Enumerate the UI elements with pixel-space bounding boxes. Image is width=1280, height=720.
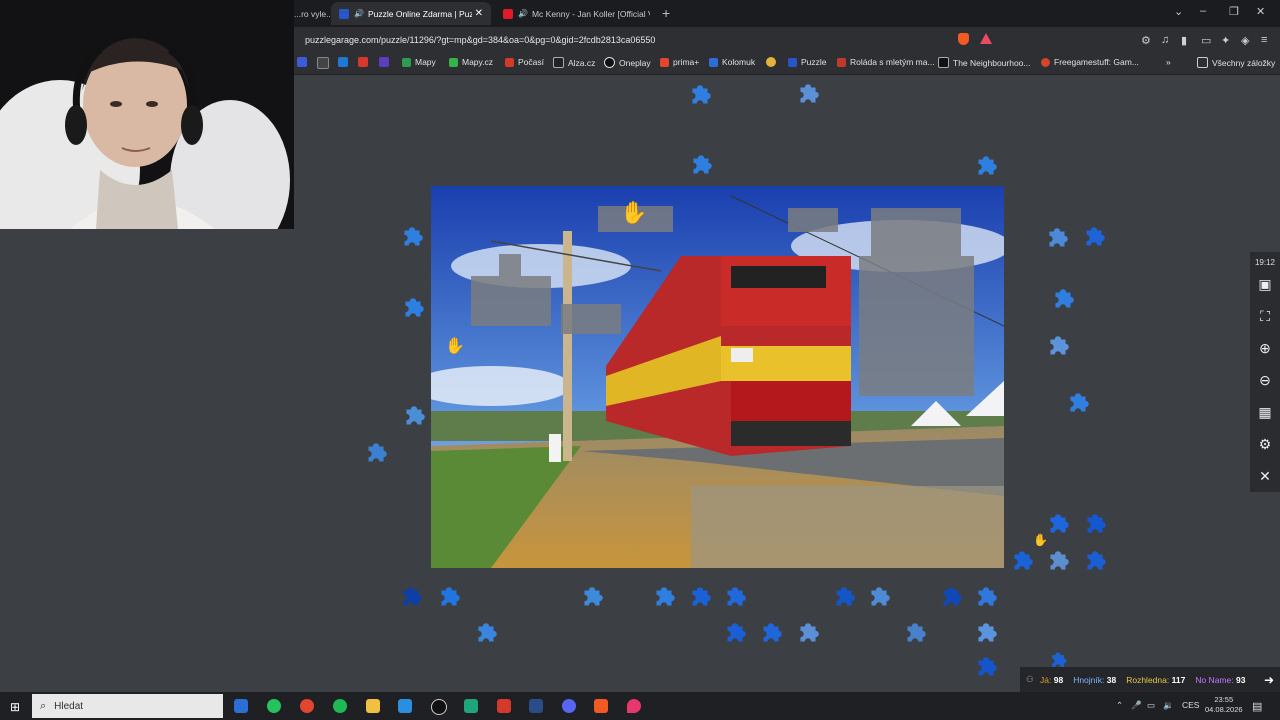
search-icon: ⌕ (40, 699, 47, 712)
image-icon[interactable]: ▣ (1257, 276, 1273, 292)
close-icon[interactable]: ✕ (1257, 468, 1273, 484)
tray-expand-icon[interactable]: ⌃ (1116, 700, 1123, 711)
language-indicator[interactable]: CES (1182, 700, 1199, 710)
score-bar: ⚇ Já: 98 Hnojník: 38 Rozhledna: 117 No N… (1020, 667, 1280, 692)
file-explorer-icon[interactable] (366, 699, 380, 713)
app-icon[interactable] (497, 699, 511, 713)
players-icon: ⚇ (1026, 674, 1034, 684)
brave-icon[interactable] (594, 699, 608, 713)
network-icon[interactable]: ▭ (1147, 700, 1155, 711)
app-icon[interactable] (464, 699, 478, 713)
score-player-2: Hnojník: 38 (1073, 675, 1116, 685)
chrome-app-icon[interactable] (300, 699, 314, 713)
steam-icon[interactable] (529, 699, 543, 713)
app-icon[interactable] (431, 699, 447, 715)
windows-start-icon[interactable]: ⊞ (10, 700, 20, 714)
score-player-4: No Name: 93 (1195, 675, 1245, 685)
clock-time: 23:55 (1214, 695, 1234, 704)
player-name: Rozhledna: (1126, 674, 1170, 685)
puzzle-timer: 19:12 (1254, 258, 1276, 267)
arrow-right-icon[interactable]: ➜ (1264, 673, 1274, 687)
notifications-icon[interactable]: ▤ (1252, 700, 1262, 713)
settings-icon[interactable]: ⚙ (1257, 436, 1273, 452)
zoom-out-icon[interactable]: ⊖ (1257, 372, 1273, 388)
discord-icon[interactable] (562, 699, 576, 713)
player-score: 98 (1053, 674, 1064, 685)
player-score: 117 (1171, 674, 1186, 685)
volume-icon[interactable]: 🔉 (1163, 700, 1174, 711)
loose-pieces-layer (368, 84, 1106, 676)
player-name: No Name: (1195, 674, 1234, 685)
taskbar: ⊞ ⌕ Hledat ⌃ 🎤 ▭ 🔉 CES 23:55 04.08.2026 … (0, 692, 1280, 720)
player-name: Hnojník: (1073, 674, 1105, 685)
player-score: 38 (1106, 674, 1117, 685)
task-view-icon[interactable] (234, 699, 248, 713)
zoom-in-icon[interactable]: ⊕ (1257, 340, 1273, 356)
taskbar-search[interactable]: ⌕ Hledat (32, 694, 223, 718)
player-score: 93 (1235, 674, 1246, 685)
spotify-icon[interactable] (333, 699, 347, 713)
whatsapp-icon[interactable] (267, 699, 281, 713)
puzzle-toolbar: 19:12 ▣ ⛶ ⊕ ⊖ ▦ ⚙ ✕ (1250, 252, 1280, 492)
score-player-1: Já: 98 (1040, 675, 1063, 685)
clock[interactable]: 23:55 04.08.2026 (1205, 695, 1243, 715)
score-player-3: Rozhledna: 117 (1126, 675, 1185, 685)
player-name: Já: (1040, 674, 1052, 685)
search-placeholder: Hledat (54, 700, 84, 712)
microphone-icon[interactable]: 🎤 (1131, 700, 1142, 711)
fullscreen-icon[interactable]: ⛶ (1257, 308, 1273, 324)
map-pin-app-icon[interactable] (627, 699, 641, 713)
grid-icon[interactable]: ▦ (1257, 404, 1273, 420)
clock-date: 04.08.2026 (1205, 705, 1243, 714)
visual-studio-icon[interactable] (398, 699, 412, 713)
